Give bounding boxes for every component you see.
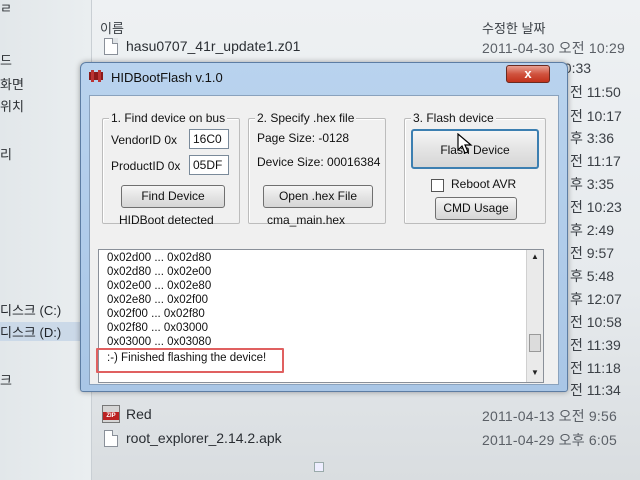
file-date-partial: 후 3:35	[570, 176, 615, 192]
product-id-label: ProductID 0x	[111, 159, 181, 173]
find-device-button[interactable]: Find Device	[121, 185, 225, 208]
flash-device-group: 3. Flash device Flash Device Reboot AVR …	[404, 111, 546, 224]
hidbootflash-window: HIDBootFlash v.1.0 x 1. Find device on b…	[80, 62, 568, 392]
flash-device-button[interactable]: Flash Device	[411, 129, 539, 169]
file-date: 2011-04-29 오후 6:05	[482, 432, 617, 448]
navigation-pane: ㄹ 드 화면 위치 리 디스크 (C:) 디스크 (D:) 크	[0, 0, 92, 480]
nav-item[interactable]: 위치	[0, 96, 24, 115]
log-line: 0x02d00 ... 0x02d80	[107, 252, 212, 264]
file-name: root_explorer_2.14.2.apk	[126, 430, 282, 446]
nav-item[interactable]: ㄹ	[0, 0, 12, 17]
product-id-field[interactable]: 05DF	[189, 155, 229, 175]
file-date: 2011-04-30 오전 10:29	[482, 40, 625, 56]
log-line: 0x02d80 ... 0x02e00	[107, 266, 212, 278]
close-button[interactable]: x	[506, 65, 550, 83]
file-date-partial: 전 11:50	[570, 84, 621, 100]
nav-item[interactable]: 리	[0, 144, 12, 163]
log-scrollbar[interactable]: ▲ ▼	[526, 250, 543, 382]
scroll-down-icon[interactable]: ▼	[531, 368, 539, 377]
log-line: 0x02f00 ... 0x02f80	[107, 308, 205, 320]
file-date: 2011-04-13 오전 9:56	[482, 408, 617, 424]
file-icon	[104, 38, 118, 55]
hex-file-group: 2. Specify .hex file Page Size: -0128 De…	[248, 111, 386, 227]
group-title: 1. Find device on bus	[109, 111, 228, 125]
cmd-usage-button[interactable]: CMD Usage	[435, 197, 517, 220]
file-row[interactable]: root_explorer_2.14.2.apk 2011-04-29 오후 6…	[100, 428, 640, 450]
device-size-label: Device Size: 00016384	[257, 155, 381, 169]
file-date-partial: 후 2:49	[570, 222, 615, 238]
nav-item-drive-d[interactable]: 디스크 (D:)	[0, 322, 92, 341]
file-name: hasu0707_41r_update1.z01	[126, 38, 301, 54]
scroll-thumb[interactable]	[529, 334, 541, 352]
group-title: 2. Specify .hex file	[255, 111, 357, 125]
file-date-partial: 전 9:57	[570, 245, 615, 261]
file-row[interactable]: hasu0707_41r_update1.z01 2011-04-30 오전 1…	[100, 36, 640, 58]
scrollbar-square[interactable]	[314, 462, 324, 472]
group-title: 3. Flash device	[411, 111, 496, 125]
window-title: HIDBootFlash v.1.0	[111, 70, 223, 85]
file-icon	[104, 430, 118, 447]
file-date-partial: 전 10:23	[570, 199, 622, 215]
zip-icon: ZIP	[102, 405, 120, 423]
find-device-group: 1. Find device on bus VendorID 0x 16C0 P…	[102, 111, 240, 227]
file-date-partial: 전 10:17	[570, 108, 622, 124]
file-date-partial: 후 3:36	[570, 130, 615, 146]
nav-item[interactable]: 크	[0, 370, 12, 389]
file-row[interactable]: ZIP Red 2011-04-13 오전 9:56	[100, 404, 640, 426]
page-size-label: Page Size: -0128	[257, 131, 350, 145]
scroll-up-icon[interactable]: ▲	[531, 252, 539, 261]
window-client-area: 1. Find device on bus VendorID 0x 16C0 P…	[89, 95, 559, 385]
vendor-id-field[interactable]: 16C0	[189, 129, 229, 149]
file-date-partial: 전 11:18	[570, 360, 621, 376]
reboot-avr-label: Reboot AVR	[451, 177, 517, 191]
vendor-id-label: VendorID 0x	[111, 133, 178, 147]
nav-item-drive-c[interactable]: 디스크 (C:)	[0, 300, 61, 319]
reboot-avr-checkbox[interactable]	[431, 179, 444, 192]
log-line: 0x02e80 ... 0x02f00	[107, 294, 209, 306]
hid-app-icon	[89, 70, 103, 82]
file-date-partial: 후 12:07	[570, 291, 622, 307]
detect-status: HIDBoot detected	[119, 213, 214, 227]
log-line: 0x02f80 ... 0x03000	[107, 322, 209, 334]
nav-item[interactable]: 화면	[0, 74, 24, 93]
highlight-annotation	[96, 348, 284, 373]
file-name: Red	[126, 406, 152, 422]
column-header-name[interactable]: 이름	[100, 18, 124, 37]
file-date-partial: 전 11:39	[570, 337, 621, 353]
file-date-partial: 전 10:58	[570, 314, 622, 330]
log-line: 0x02e00 ... 0x02e80	[107, 280, 212, 292]
nav-item[interactable]: 드	[0, 50, 12, 69]
log-line: 0x03000 ... 0x03080	[107, 336, 212, 348]
hex-filename: cma_main.hex	[267, 213, 346, 227]
file-date-partial: 전 11:34	[570, 382, 621, 398]
column-header-modified[interactable]: 수정한 날짜	[482, 18, 545, 37]
file-date-partial: 후 5:48	[570, 268, 615, 284]
title-bar[interactable]: HIDBootFlash v.1.0 x	[81, 63, 567, 91]
mouse-cursor-icon	[457, 133, 473, 154]
file-date-partial: 전 11:17	[570, 153, 621, 169]
open-hex-button[interactable]: Open .hex File	[263, 185, 373, 208]
